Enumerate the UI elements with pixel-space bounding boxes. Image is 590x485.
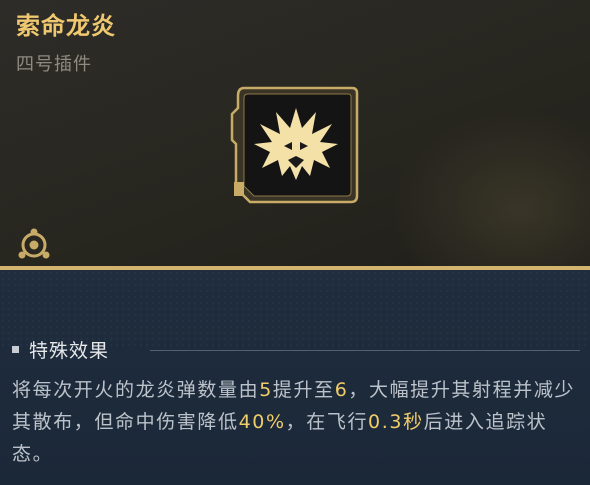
effect-section-header: 特殊效果 <box>12 336 109 363</box>
effect-panel: 特殊效果 将每次开火的龙炎弹数量由5提升至6，大幅提升其射程并减少其散布，但命中… <box>0 270 590 485</box>
effect-section-title: 特殊效果 <box>29 340 110 362</box>
bullet-square-icon <box>12 346 19 353</box>
slot-hexagon-icon <box>14 228 54 262</box>
desc-part: ，在飞行 <box>285 411 369 433</box>
desc-highlight: 5 <box>259 379 273 401</box>
dragon-flame-icon <box>230 84 360 208</box>
background-glow <box>390 110 590 266</box>
desc-highlight: 6 <box>334 379 349 401</box>
section-divider-line <box>150 350 580 351</box>
desc-part: 将每次开火的龙炎弹数量由 <box>12 379 260 401</box>
item-name: 索命龙炎 <box>16 12 116 40</box>
desc-highlight: 40% <box>238 411 286 433</box>
effect-description: 将每次开火的龙炎弹数量由5提升至6，大幅提升其射程并减少其散布，但命中伤害降低4… <box>12 374 582 470</box>
desc-highlight: 0.3秒 <box>368 411 424 433</box>
item-header-panel: 索命龙炎 四号插件 <box>0 0 590 266</box>
item-type: 四号插件 <box>16 54 92 75</box>
desc-part: 提升至 <box>272 379 335 401</box>
